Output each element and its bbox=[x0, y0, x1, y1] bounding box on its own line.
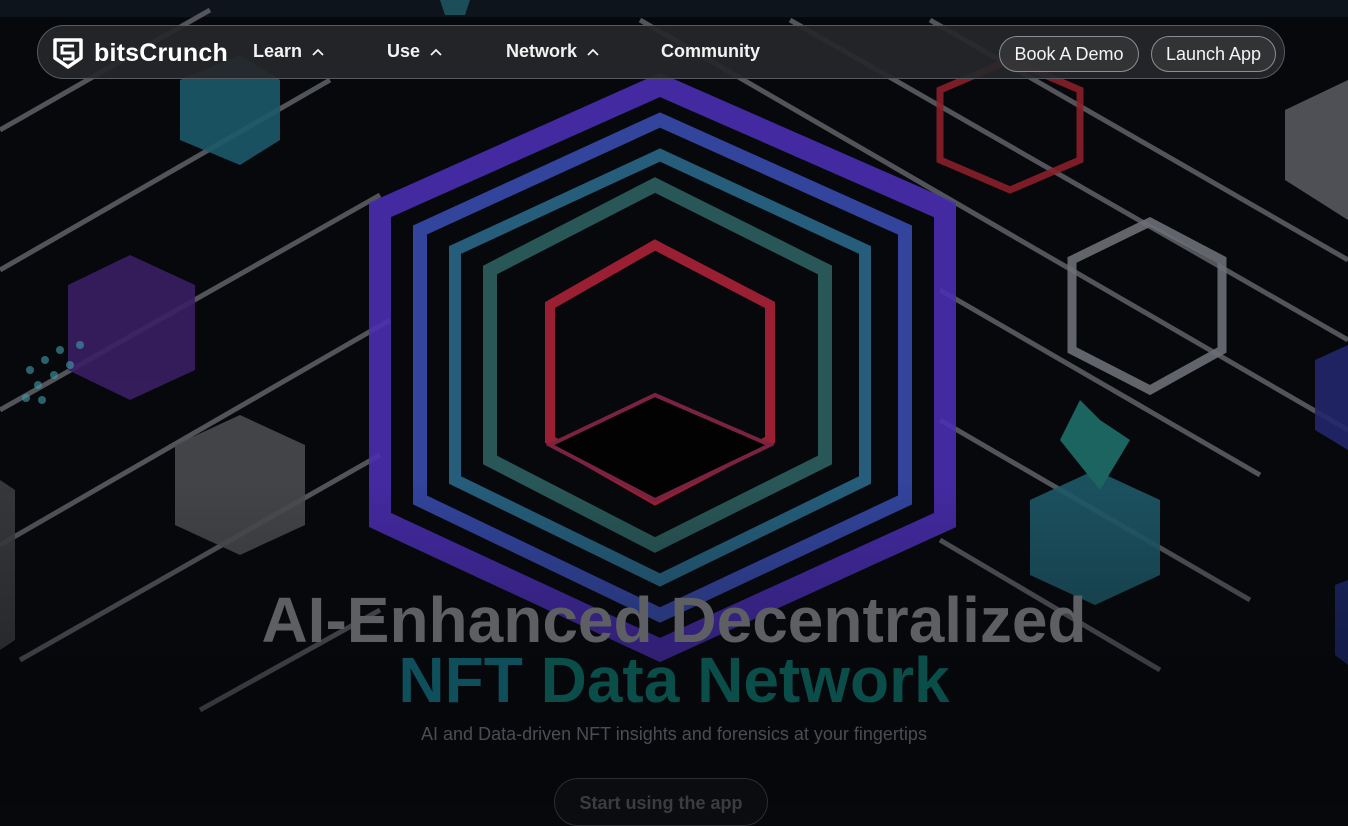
nav-community-label: Community bbox=[661, 41, 760, 61]
hero-headline-line2: NFT Data Network bbox=[0, 645, 1348, 715]
nav-learn[interactable]: Learn bbox=[253, 41, 324, 62]
brand-name: bitsCrunch bbox=[94, 38, 228, 67]
chevron-up-icon bbox=[312, 48, 324, 56]
hero-headline-nft: NFT bbox=[398, 644, 523, 716]
hero-headline-data-network: Data Network bbox=[540, 644, 950, 716]
nav-learn-label: Learn bbox=[253, 41, 303, 61]
bitscrunch-logo-icon bbox=[53, 38, 83, 69]
chevron-up-icon bbox=[430, 48, 442, 56]
start-using-app-button[interactable]: Start using the app bbox=[554, 778, 768, 826]
nav-use[interactable]: Use bbox=[387, 41, 442, 62]
brand-logo[interactable]: bitsCrunch bbox=[52, 36, 228, 70]
nav-network-label: Network bbox=[506, 41, 578, 61]
top-navbar: bitsCrunch Learn Use Network Community B… bbox=[37, 25, 1285, 79]
nav-network[interactable]: Network bbox=[506, 41, 599, 62]
chevron-up-icon bbox=[587, 48, 599, 56]
nav-use-label: Use bbox=[387, 41, 421, 61]
book-demo-button[interactable]: Book A Demo bbox=[999, 36, 1139, 72]
launch-app-button[interactable]: Launch App bbox=[1151, 36, 1276, 72]
hero-subheadline: AI and Data-driven NFT insights and fore… bbox=[421, 724, 927, 744]
nav-community[interactable]: Community bbox=[661, 41, 760, 62]
